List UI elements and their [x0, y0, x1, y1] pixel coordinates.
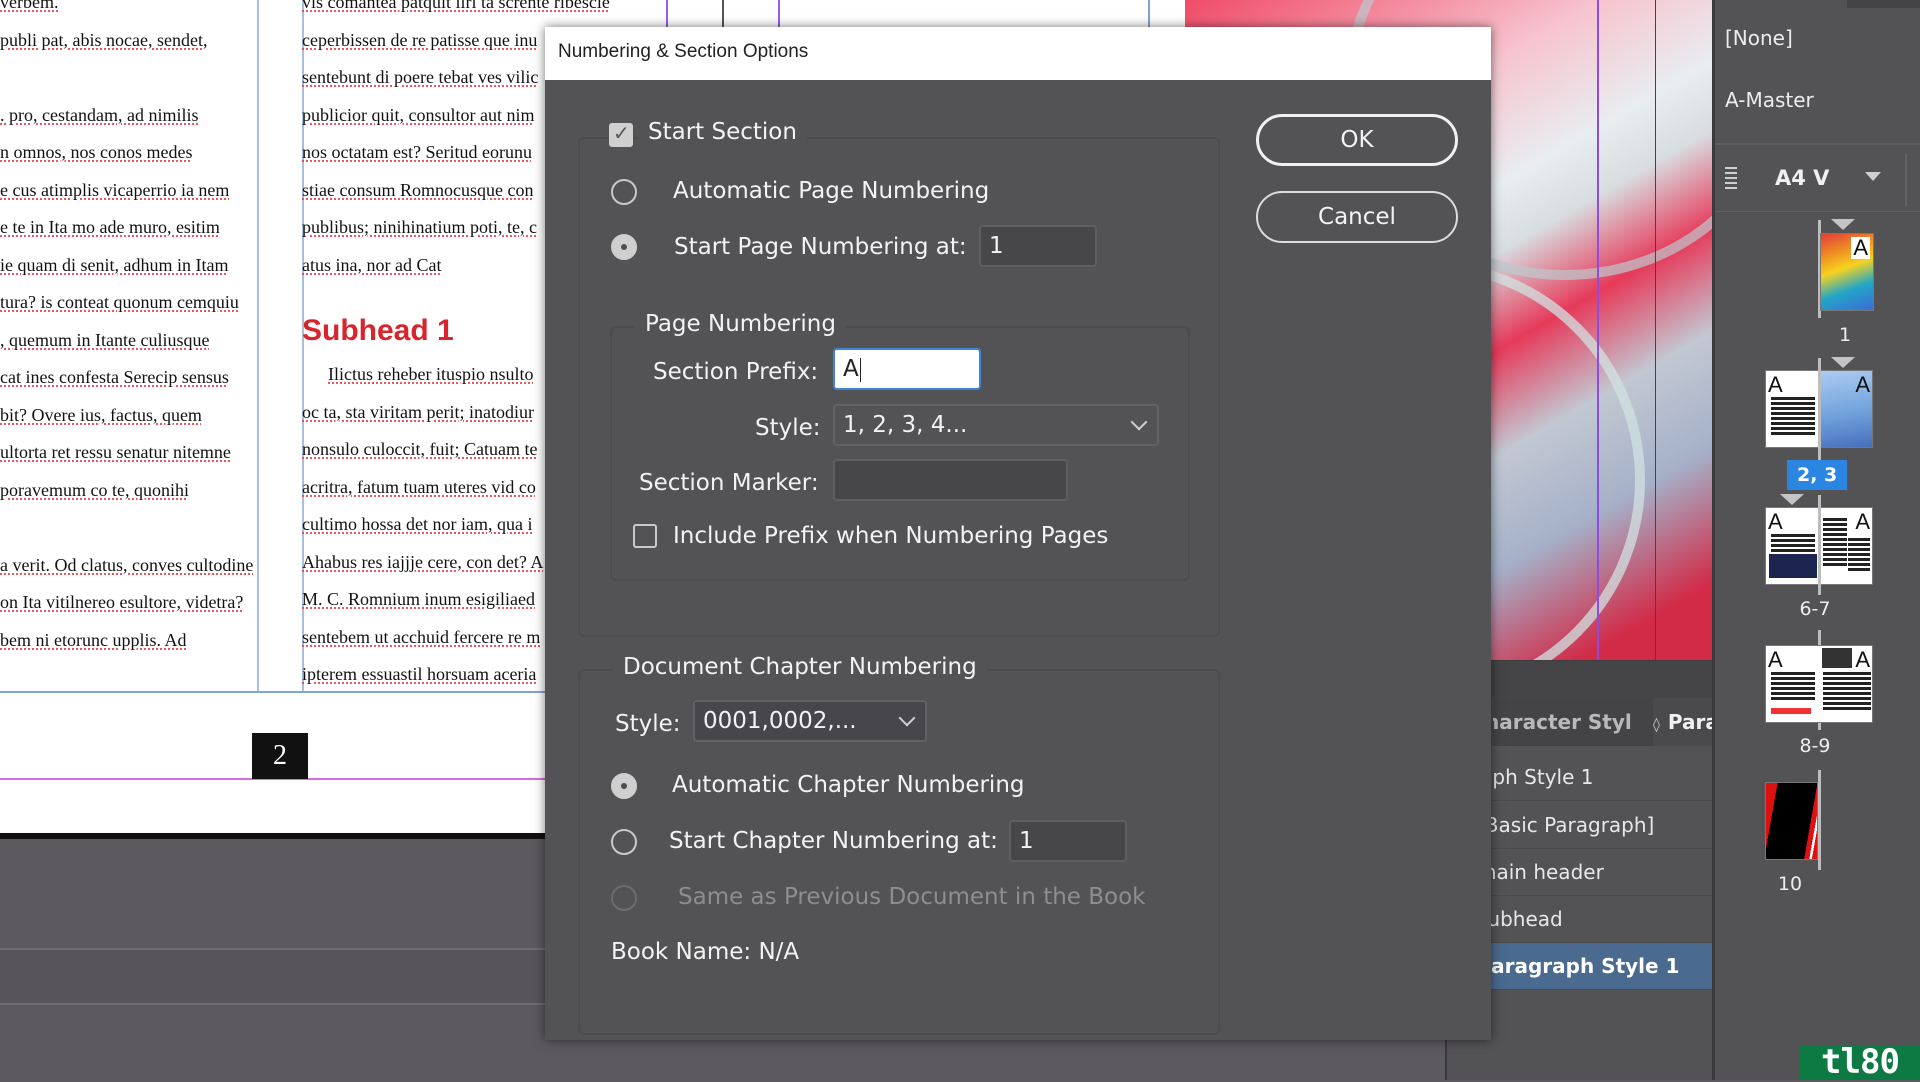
page-thumbnail-10[interactable] — [1765, 782, 1818, 860]
start-chapter-number-input[interactable]: 1 — [1009, 820, 1127, 862]
same-as-previous-label: Same as Previous Document in the Book — [678, 884, 1146, 910]
master-prefix: A — [1768, 509, 1783, 534]
spread-thumbnail-8-9[interactable]: A A — [1765, 645, 1873, 723]
page-label[interactable]: 8-9 — [1785, 735, 1845, 757]
section-prefix-input[interactable]: A — [833, 348, 981, 390]
automatic-page-numbering-label: Automatic Page Numbering — [673, 178, 990, 204]
section-prefix-label: Section Prefix: — [653, 359, 819, 385]
start-page-number-input[interactable]: 1 — [979, 225, 1097, 267]
book-name-label: Book Name: N/A — [611, 939, 800, 965]
spread-spine — [1818, 770, 1821, 870]
text-line: M. C. Romnium inum esigiliaed — [302, 589, 535, 609]
style-item[interactable]: subhead — [1447, 896, 1744, 943]
master-applied-icon — [1831, 357, 1855, 368]
text-caret — [859, 357, 861, 382]
same-as-previous-radio[interactable] — [611, 885, 637, 911]
style-item-selected[interactable]: Paragraph Style 1 — [1447, 943, 1744, 990]
page-style-label: Style: — [755, 415, 821, 441]
chapter-style-label: Style: — [615, 711, 681, 737]
chapter-style-select[interactable]: 0001,0002,... — [693, 700, 927, 742]
master-prefix: A — [1855, 509, 1870, 534]
text-line: oc ta, sta viritam perit; inatodiur — [302, 401, 534, 422]
page-label[interactable]: 1 — [1815, 324, 1875, 346]
section-prefix-value: A — [843, 356, 859, 382]
start-section-checkbox[interactable] — [609, 121, 633, 147]
text-line: Ilictus reheber ituspio nsulto — [328, 364, 534, 384]
automatic-chapter-numbering-radio[interactable] — [611, 773, 637, 799]
spread-spine — [1818, 358, 1821, 473]
start-section-label: Start Section — [638, 119, 807, 145]
pages-panel: [None] A-Master A4 V A 1 A A 2, 3 A A 6-… — [1712, 0, 1920, 1080]
watermark-logo: tl80 — [1800, 1045, 1920, 1080]
start-chapter-numbering-label: Start Chapter Numbering at: — [669, 828, 998, 854]
master-applied-icon — [1780, 494, 1804, 505]
tab-paragraph-styles[interactable]: ◊ Para — [1653, 698, 1714, 746]
numbering-section-options-dialog: Numbering & Section Options Start Sectio… — [545, 27, 1491, 1040]
page-number-folio[interactable]: 2 — [252, 733, 308, 779]
spread-spine — [1818, 495, 1821, 595]
page-size-toolbar: A4 V — [1715, 150, 1920, 210]
text-line: ipterem essuastil horsuam aceria — [302, 664, 537, 684]
page-label-selected[interactable]: 2, 3 — [1787, 460, 1848, 490]
master-prefix: A — [1768, 647, 1783, 672]
chevron-down-icon — [898, 709, 916, 727]
text-line: acritra, fatum tuam uteres vid co — [302, 476, 536, 497]
divider — [1715, 143, 1920, 145]
start-page-numbering-radio[interactable] — [611, 234, 637, 260]
section-marker-input[interactable] — [833, 459, 1068, 501]
page-style-value: 1, 2, 3, 4... — [843, 412, 968, 438]
page-thumbnail-1[interactable]: A — [1820, 233, 1874, 311]
master-prefix: A — [1768, 372, 1783, 397]
page-size-label[interactable]: A4 V — [1775, 166, 1829, 190]
include-prefix-label: Include Prefix when Numbering Pages — [673, 523, 1109, 549]
master-prefix: A — [1855, 647, 1870, 672]
guide-line — [1655, 0, 1656, 660]
text-line: Ahabus res iajjje cere, con det? A — [302, 551, 544, 572]
ok-button[interactable]: OK — [1256, 114, 1458, 166]
start-chapter-numbering-radio[interactable] — [611, 829, 637, 855]
page-label[interactable]: 6-7 — [1785, 598, 1845, 620]
chevron-down-icon — [1130, 413, 1148, 431]
divider — [1905, 154, 1907, 206]
include-prefix-checkbox[interactable] — [633, 524, 657, 548]
master-none[interactable]: [None] — [1725, 26, 1793, 50]
cancel-button[interactable]: Cancel — [1256, 191, 1458, 243]
master-prefix: A — [1855, 372, 1870, 397]
text-line: cultimo hossa det nor iam, qua i — [302, 514, 533, 534]
list-view-icon[interactable] — [1725, 167, 1737, 192]
page-style-select[interactable]: 1, 2, 3, 4... — [833, 404, 1159, 446]
divider — [1715, 211, 1920, 212]
start-page-numbering-label: Start Page Numbering at: — [674, 234, 967, 260]
chapter-numbering-legend: Document Chapter Numbering — [613, 654, 987, 680]
automatic-chapter-numbering-label: Automatic Chapter Numbering — [672, 772, 1025, 798]
page-label[interactable]: 10 — [1760, 873, 1820, 895]
master-a[interactable]: A-Master — [1725, 88, 1814, 112]
dialog-title-bar[interactable]: Numbering & Section Options — [545, 27, 1491, 80]
master-prefix: A — [1851, 235, 1870, 260]
text-line: nonsulo culoccit, fuit; Catuam te — [302, 439, 538, 459]
automatic-page-numbering-radio[interactable] — [611, 179, 637, 205]
text-line: sentebem ut acchuid fercere re m — [302, 626, 541, 647]
section-marker-label: Section Marker: — [639, 470, 819, 496]
master-applied-icon — [1831, 219, 1855, 230]
dialog-title: Numbering & Section Options — [558, 41, 809, 62]
style-item[interactable]: main header — [1447, 849, 1744, 896]
updown-icon: ◊ — [1653, 717, 1660, 733]
chapter-style-value: 0001,0002,... — [703, 708, 857, 734]
panel-tab[interactable] — [1847, 0, 1920, 8]
guide-line — [1597, 0, 1599, 660]
dropdown-arrow-icon[interactable] — [1865, 172, 1881, 181]
page-numbering-legend: Page Numbering — [635, 311, 846, 337]
tab-character-styles[interactable]: haracter Styl — [1493, 698, 1653, 746]
tab-label: Para — [1667, 710, 1714, 734]
style-item[interactable]: [Basic Paragraph] — [1447, 802, 1744, 849]
